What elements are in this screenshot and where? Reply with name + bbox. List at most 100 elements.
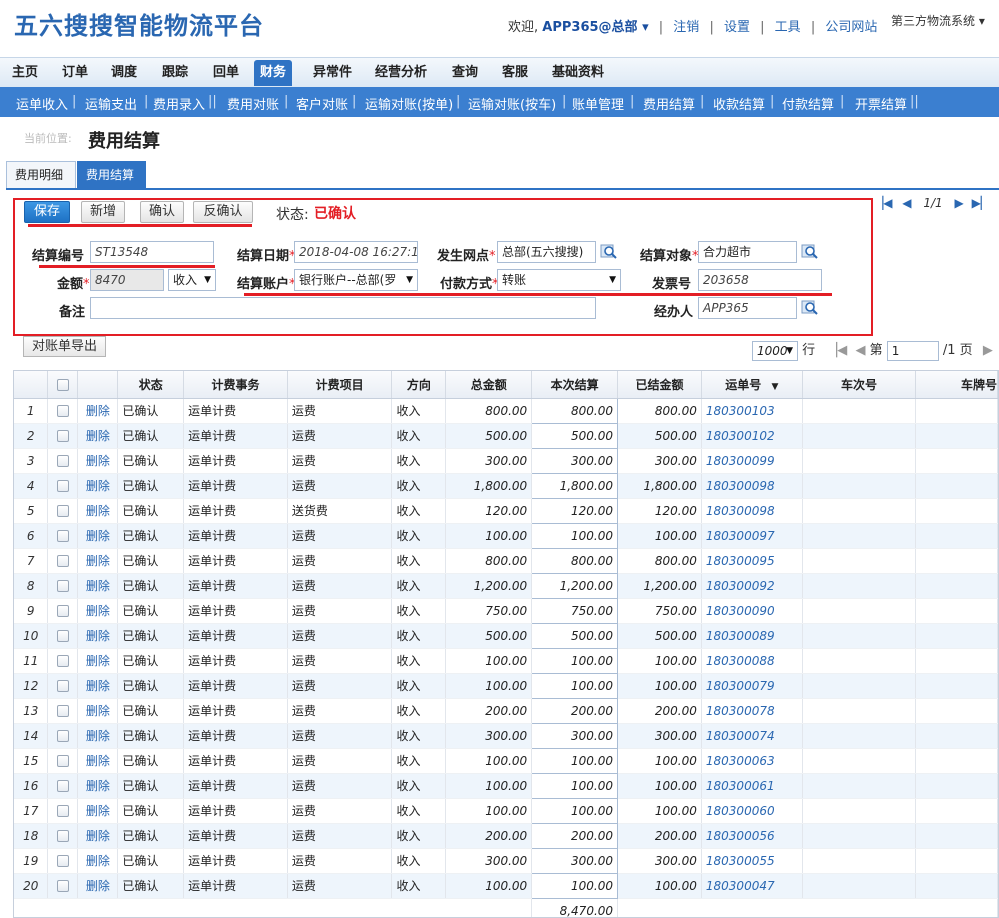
delete-link[interactable]: 删除 — [77, 398, 119, 424]
logout-link[interactable]: 注销 — [673, 20, 699, 35]
branch-input[interactable]: 总部(五六搜搜) — [497, 241, 596, 263]
cell-waybill-link[interactable]: 180300103 — [701, 398, 803, 424]
delete-link[interactable]: 删除 — [77, 448, 119, 474]
row-checkbox-cell[interactable] — [47, 548, 79, 574]
settle-no-input[interactable]: ST13548 — [90, 241, 214, 263]
cell-waybill-link[interactable]: 180300079 — [701, 673, 803, 699]
subnav-bill-management[interactable]: 账单管理 — [572, 94, 624, 113]
col-total[interactable]: 总金额 — [445, 371, 533, 399]
table-row[interactable]: 8 删除 已确认 运单计费 运费 收入 1,200.00 1,200.00 1,200.00 18… — [14, 572, 998, 599]
table-row[interactable]: 12 删除 已确认 运单计费 运费 收入 100.00 100.00 100.00 1803000… — [14, 672, 998, 699]
row-checkbox-cell[interactable] — [47, 623, 79, 649]
first-page-icon[interactable]: ▕◀ — [827, 343, 847, 358]
table-row[interactable]: 2 删除 已确认 运单计费 运费 收入 500.00 500.00 500.00 18030010… — [14, 422, 998, 449]
cell-waybill-link[interactable]: 180300063 — [701, 748, 803, 774]
row-checkbox-cell[interactable] — [47, 448, 79, 474]
cell-current-input[interactable]: 120.00 — [531, 497, 619, 524]
nav-exceptions[interactable]: 异常件 — [307, 60, 358, 86]
delete-link[interactable]: 删除 — [77, 748, 119, 774]
subnav-fee-entry[interactable]: 费用录入 — [153, 94, 205, 113]
subnav-transport-expense[interactable]: 运输支出 — [85, 94, 137, 113]
tools-link[interactable]: 工具 — [775, 20, 801, 35]
add-button[interactable]: 新增 — [81, 201, 125, 223]
delete-link[interactable]: 删除 — [77, 473, 119, 499]
cell-waybill-link[interactable]: 180300056 — [701, 823, 803, 849]
page-number-input[interactable]: 1 — [886, 340, 939, 361]
table-row[interactable]: 16 删除 已确认 运单计费 运费 收入 100.00 100.00 100.00 1803000… — [14, 772, 998, 799]
delete-link[interactable]: 删除 — [77, 648, 119, 674]
nav-receipt[interactable]: 回单 — [207, 60, 245, 86]
nav-dispatch[interactable]: 调度 — [105, 60, 143, 86]
cell-current-input[interactable]: 300.00 — [531, 847, 619, 874]
row-checkbox-cell[interactable] — [47, 823, 79, 849]
table-row[interactable]: 19 删除 已确认 运单计费 运费 收入 300.00 300.00 300.00 1803000… — [14, 847, 998, 874]
subnav-receipt-settlement[interactable]: 收款结算 — [713, 94, 765, 113]
cell-current-input[interactable]: 300.00 — [531, 722, 619, 749]
tab-fee-detail[interactable]: 费用明细 — [6, 161, 76, 188]
cell-current-input[interactable]: 100.00 — [531, 522, 619, 549]
col-direction[interactable]: 方向 — [391, 371, 447, 399]
delete-link[interactable]: 删除 — [77, 573, 119, 599]
cell-current-input[interactable]: 300.00 — [531, 447, 619, 474]
select-all-checkbox[interactable] — [56, 378, 69, 391]
table-row[interactable]: 15 删除 已确认 运单计费 运费 收入 100.00 100.00 100.00 1803000… — [14, 747, 998, 774]
prev-page-icon[interactable]: ◀ — [855, 343, 865, 358]
cell-waybill-link[interactable]: 180300078 — [701, 698, 803, 724]
row-checkbox[interactable] — [56, 430, 69, 442]
account-select[interactable]: 银行账户--总部(罗 ▼ — [294, 269, 418, 291]
row-checkbox[interactable] — [56, 755, 69, 767]
cell-waybill-link[interactable]: 180300099 — [701, 448, 803, 474]
cell-waybill-link[interactable]: 180300047 — [701, 873, 803, 899]
table-row[interactable]: 20 删除 已确认 运单计费 运费 收入 100.00 100.00 100.00 1803000… — [14, 872, 998, 899]
table-row[interactable]: 7 删除 已确认 运单计费 运费 收入 800.00 800.00 800.00 18030009… — [14, 547, 998, 574]
delete-link[interactable]: 删除 — [77, 623, 119, 649]
row-checkbox[interactable] — [56, 680, 69, 692]
unconfirm-button[interactable]: 反确认 — [193, 201, 253, 223]
row-checkbox-cell[interactable] — [47, 523, 79, 549]
row-checkbox[interactable] — [56, 630, 69, 642]
table-row[interactable]: 17 删除 已确认 运单计费 运费 收入 100.00 100.00 100.00 1803000… — [14, 797, 998, 824]
row-checkbox[interactable] — [56, 855, 69, 867]
subnav-waybill-income[interactable]: 运单收入 — [16, 94, 68, 113]
row-checkbox-cell[interactable] — [47, 473, 79, 499]
cell-waybill-link[interactable]: 180300098 — [701, 498, 803, 524]
table-row[interactable]: 11 删除 已确认 运单计费 运费 收入 100.00 100.00 100.00 1803000… — [14, 647, 998, 674]
row-checkbox-cell[interactable] — [47, 648, 79, 674]
col-waybill[interactable]: 运单号 ▼ — [701, 371, 803, 399]
nav-analysis[interactable]: 经营分析 — [369, 60, 433, 86]
row-checkbox[interactable] — [56, 880, 69, 892]
row-checkbox-cell[interactable] — [47, 748, 79, 774]
user-menu[interactable]: APP365@总部 ▾ — [542, 20, 648, 35]
page-size-select[interactable]: 1000 ▼ — [752, 340, 798, 361]
cell-current-input[interactable]: 500.00 — [531, 622, 619, 649]
delete-link[interactable]: 删除 — [77, 423, 119, 449]
object-input[interactable]: 合力超市 — [698, 241, 797, 263]
col-trip[interactable]: 车次号 — [802, 371, 917, 399]
row-checkbox-cell[interactable] — [47, 848, 79, 874]
row-checkbox-cell[interactable] — [47, 698, 79, 724]
search-icon[interactable] — [801, 299, 819, 317]
subnav-payment-settlement[interactable]: 付款结算 — [782, 94, 834, 113]
cell-current-input[interactable]: 100.00 — [531, 647, 619, 674]
row-checkbox[interactable] — [56, 530, 69, 542]
cell-current-input[interactable]: 750.00 — [531, 597, 619, 624]
cell-waybill-link[interactable]: 180300061 — [701, 773, 803, 799]
search-icon[interactable] — [600, 243, 618, 261]
export-statement-button[interactable]: 对账单导出 — [23, 336, 107, 357]
search-icon[interactable] — [801, 243, 819, 261]
row-checkbox[interactable] — [56, 655, 69, 667]
col-settled[interactable]: 已结金额 — [617, 371, 702, 399]
delete-link[interactable]: 删除 — [77, 548, 119, 574]
system-select[interactable]: 第三方物流系统 ▾ — [891, 12, 985, 29]
amount-input[interactable]: 8470 — [90, 269, 164, 291]
cell-current-input[interactable]: 1,800.00 — [531, 472, 619, 499]
table-row[interactable]: 1 删除 已确认 运单计费 运费 收入 800.00 800.00 800.00 18030010… — [14, 397, 998, 424]
row-checkbox-cell[interactable] — [47, 673, 79, 699]
row-checkbox[interactable] — [56, 705, 69, 717]
row-checkbox-cell[interactable] — [47, 798, 79, 824]
subnav-invoice-settlement[interactable]: 开票结算 — [855, 94, 907, 113]
nav-query[interactable]: 查询 — [446, 60, 484, 86]
tab-fee-settlement[interactable]: 费用结算 — [77, 161, 146, 188]
cell-current-input[interactable]: 100.00 — [531, 672, 619, 699]
table-row[interactable]: 18 删除 已确认 运单计费 运费 收入 200.00 200.00 200.00 1803000… — [14, 822, 998, 849]
